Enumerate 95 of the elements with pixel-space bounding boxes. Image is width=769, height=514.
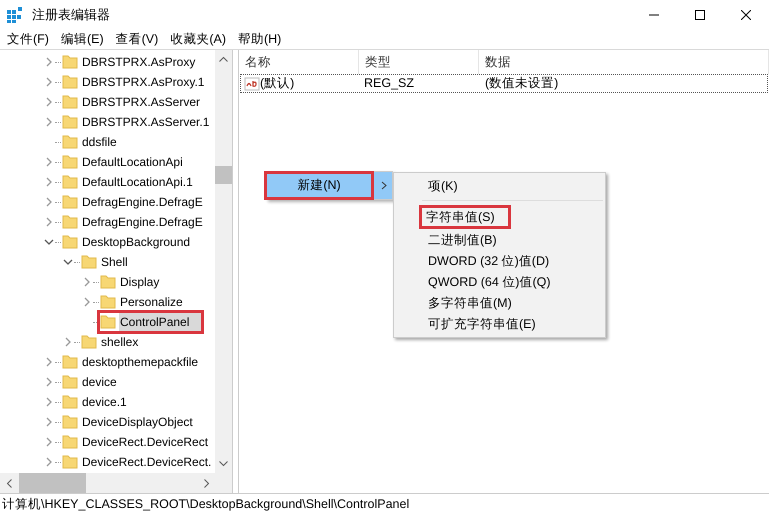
folder-icon xyxy=(62,353,78,371)
folder-icon xyxy=(62,373,78,391)
menu-item[interactable]: 项(K) xyxy=(422,176,464,196)
menu-item[interactable]: 编辑(E) xyxy=(56,31,109,48)
horizontal-scrollbar[interactable] xyxy=(0,473,232,493)
folder-icon xyxy=(62,53,78,71)
folder-icon xyxy=(62,433,78,451)
menu-item[interactable]: DWORD (32 位)值(D) xyxy=(422,251,556,271)
expand-chevron-icon[interactable] xyxy=(44,397,54,407)
menu-item[interactable]: 查看(V) xyxy=(110,31,164,48)
scroll-left-icon[interactable] xyxy=(6,478,12,488)
folder-icon xyxy=(62,453,78,471)
maximize-icon xyxy=(695,10,705,20)
scroll-right-icon[interactable] xyxy=(204,478,210,488)
registry-icon xyxy=(6,6,24,24)
status-path: 计算机\HKEY_CLASSES_ROOT\DesktopBackground\Shell\ControlPanel xyxy=(0,493,769,514)
expand-chevron-icon[interactable] xyxy=(44,157,54,167)
folder-icon xyxy=(62,413,78,431)
close-icon xyxy=(741,10,751,20)
tree-item[interactable]: device xyxy=(62,373,118,391)
menu-item[interactable]: 多字符串值(M) xyxy=(422,293,518,313)
menu-item[interactable]: QWORD (64 位)值(Q) xyxy=(422,272,557,292)
tree-item[interactable]: Personalize xyxy=(100,293,184,311)
tree-item[interactable]: ControlPanel xyxy=(97,310,204,334)
expand-chevron-icon[interactable] xyxy=(44,117,54,127)
folder-icon xyxy=(100,293,116,311)
menu-item[interactable]: 收藏夹(A) xyxy=(165,31,231,48)
folder-icon xyxy=(81,253,97,271)
tree-item[interactable]: DefragEngine.DefragE xyxy=(62,213,204,231)
minimize-icon xyxy=(649,14,659,16)
folder-icon xyxy=(62,393,78,411)
folder-icon xyxy=(62,153,78,171)
table-cell-text: (数值未设置) xyxy=(484,75,560,92)
expand-chevron-icon[interactable] xyxy=(44,417,54,427)
menu-item[interactable]: 可扩充字符串值(E) xyxy=(422,314,542,334)
expand-chevron-icon[interactable] xyxy=(44,377,54,387)
folder-icon xyxy=(62,213,78,231)
string-value-icon xyxy=(244,76,260,92)
menu-item[interactable]: 帮助(H) xyxy=(232,31,286,48)
expand-chevron-icon[interactable] xyxy=(44,197,54,207)
tree-item[interactable]: desktopthemepackfile xyxy=(62,353,200,371)
scrollbar-thumb[interactable] xyxy=(215,166,232,184)
window-title: 注册表编辑器 xyxy=(32,6,110,24)
menu-item[interactable]: 新建(N) xyxy=(267,172,392,199)
scrollbar-thumb[interactable] xyxy=(19,473,86,493)
tree-item[interactable]: DefaultLocationApi.1 xyxy=(62,173,194,191)
menu-item[interactable]: 文件(F) xyxy=(2,31,54,48)
folder-icon xyxy=(62,73,78,91)
tree-item[interactable]: DefragEngine.DefragE xyxy=(62,193,204,211)
tree-item[interactable]: device.1 xyxy=(62,393,128,411)
expand-chevron-icon[interactable] xyxy=(82,277,92,287)
table-cell-text: REG_SZ xyxy=(363,75,416,92)
expand-chevron-icon[interactable] xyxy=(82,297,92,307)
column-header[interactable]: 数据 xyxy=(479,50,769,74)
tree-item[interactable]: DefaultLocationApi xyxy=(62,153,184,171)
tree-item[interactable]: DBRSTPRX.AsServer.1 xyxy=(62,113,210,131)
expand-chevron-icon[interactable] xyxy=(44,77,54,87)
tree-item[interactable]: DeviceDisplayObject xyxy=(62,413,194,431)
tree-item[interactable]: DBRSTPRX.AsServer xyxy=(62,93,202,111)
table-cell-text: (默认) xyxy=(260,75,294,92)
expand-chevron-icon[interactable] xyxy=(44,57,54,67)
tree-item[interactable]: shellex xyxy=(81,333,140,351)
menu-item[interactable]: 二进制值(B) xyxy=(422,230,503,250)
expand-chevron-icon[interactable] xyxy=(44,97,54,107)
scroll-up-icon[interactable] xyxy=(219,56,228,62)
expand-chevron-icon[interactable] xyxy=(44,457,54,467)
expand-chevron-icon[interactable] xyxy=(63,337,73,347)
expand-chevron-icon[interactable] xyxy=(44,177,54,187)
tree-item[interactable]: DBRSTPRX.AsProxy xyxy=(62,53,196,71)
collapse-chevron-icon[interactable] xyxy=(44,237,54,247)
column-header[interactable]: 类型 xyxy=(359,50,479,74)
folder-icon xyxy=(62,173,78,191)
folder-icon xyxy=(62,113,78,131)
expand-chevron-icon[interactable] xyxy=(44,217,54,227)
tree-item[interactable]: ddsfile xyxy=(62,133,118,151)
folder-icon xyxy=(62,193,78,211)
folder-icon xyxy=(62,133,78,151)
scroll-down-icon[interactable] xyxy=(219,461,228,467)
tree-item[interactable]: DeviceRect.DeviceRect. xyxy=(62,453,212,471)
tree-item[interactable]: DeviceRect.DeviceRect xyxy=(62,433,210,451)
tree-item[interactable]: DesktopBackground xyxy=(62,233,192,251)
menu-item[interactable]: 字符串值(S) xyxy=(419,205,511,229)
folder-icon xyxy=(81,333,97,351)
tree-item[interactable]: DBRSTPRX.AsProxy.1 xyxy=(62,73,206,91)
folder-icon xyxy=(62,233,78,251)
vertical-scrollbar[interactable] xyxy=(215,50,232,473)
collapse-chevron-icon[interactable] xyxy=(63,257,73,267)
tree-item[interactable]: Display xyxy=(100,273,160,291)
folder-icon xyxy=(100,313,116,331)
folder-icon xyxy=(100,273,116,291)
folder-icon xyxy=(62,93,78,111)
tree-item[interactable]: Shell xyxy=(81,253,129,271)
expand-chevron-icon[interactable] xyxy=(44,357,54,367)
expand-chevron-icon[interactable] xyxy=(44,437,54,447)
column-header[interactable]: 名称 xyxy=(239,50,359,74)
